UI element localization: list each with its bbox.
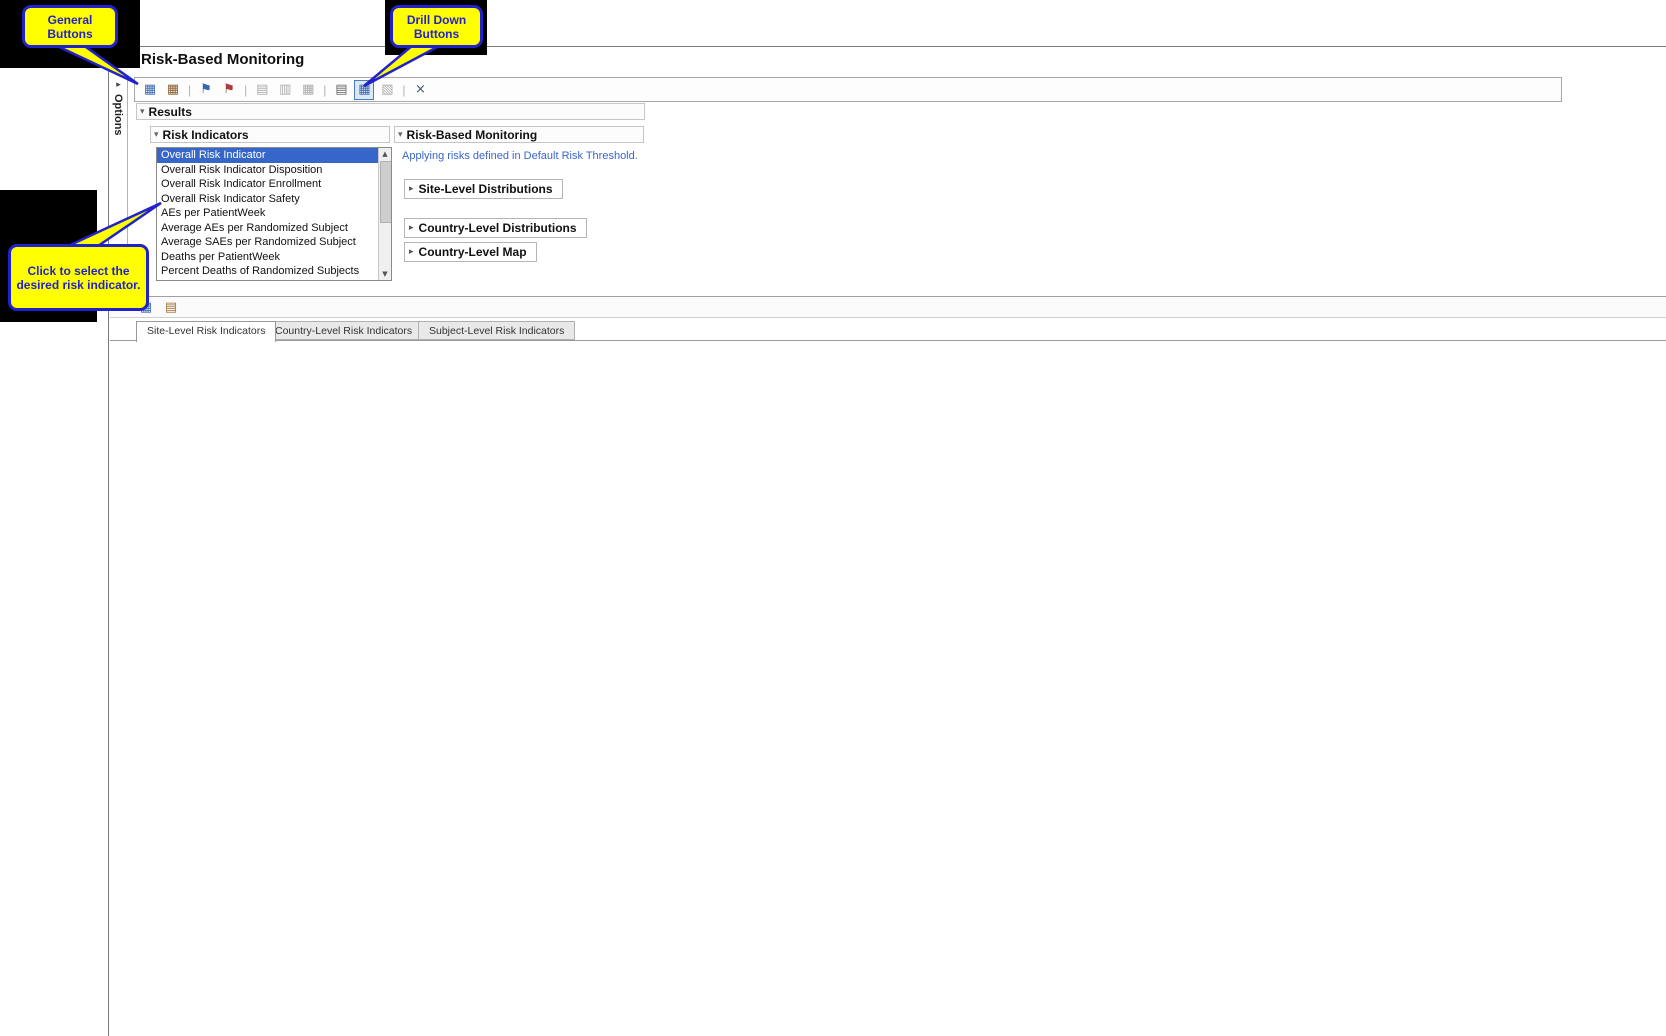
risk-indicator-item[interactable]: Overall Risk Indicator Enrollment bbox=[157, 177, 391, 192]
scroll-down-icon[interactable]: ▼ bbox=[379, 268, 391, 280]
table-pane bbox=[110, 340, 1666, 1035]
toolbar-separator: | bbox=[188, 83, 191, 97]
toolbar-separator: | bbox=[244, 83, 247, 97]
disclosure-closed-icon: ▸ bbox=[409, 223, 414, 233]
scroll-thumb[interactable] bbox=[380, 161, 392, 223]
journal-red-icon[interactable]: ⚑ bbox=[219, 80, 239, 100]
disclosure-wedge-icon: ▾ bbox=[140, 107, 145, 117]
disclosure-closed-icon: ▸ bbox=[409, 247, 414, 257]
toolbar-separator: | bbox=[323, 83, 326, 97]
risk-indicators-title: Risk Indicators bbox=[163, 128, 249, 142]
country-level-map-label: Country-Level Map bbox=[419, 245, 527, 259]
new-journal-icon[interactable]: ▤ bbox=[331, 80, 351, 100]
country-level-map-button[interactable]: ▸ Country-Level Map bbox=[404, 242, 537, 262]
rbm-outline-header[interactable]: ▾ Risk-Based Monitoring bbox=[394, 126, 644, 143]
general-buttons-callout: General Buttons bbox=[22, 5, 118, 48]
rbm-title: Risk-Based Monitoring bbox=[407, 128, 538, 142]
risk-indicator-item[interactable]: Overall Risk Indicator bbox=[157, 148, 391, 163]
rbm-threshold-note: Applying risks defined in Default Risk T… bbox=[402, 150, 638, 162]
save-data-table-icon[interactable]: ▦ bbox=[163, 80, 183, 100]
site-level-distributions-button[interactable]: ▸ Site-Level Distributions bbox=[404, 179, 563, 199]
risk-indicator-item[interactable]: Percent Deaths of Randomized Subjects bbox=[157, 264, 391, 279]
tab-subject-level-risk-indicators[interactable]: Subject-Level Risk Indicators bbox=[418, 321, 575, 340]
risk-indicators-outline-header[interactable]: ▾ Risk Indicators bbox=[150, 126, 390, 143]
toolbar: ▦▦|⚑⚑|▤▥▦|▤▦▧|× bbox=[134, 77, 1562, 102]
risk-indicator-item[interactable]: Deaths per PatientWeek bbox=[157, 250, 391, 265]
country-level-distributions-label: Country-Level Distributions bbox=[419, 221, 577, 235]
close-report-icon[interactable]: × bbox=[411, 80, 431, 100]
tab-site-level-risk-indicators[interactable]: Site-Level Risk Indicators bbox=[136, 321, 276, 342]
risk-indicator-item[interactable]: Average SAEs per Randomized Subject bbox=[157, 235, 391, 250]
drill-down-buttons-callout: Drill Down Buttons bbox=[390, 5, 483, 48]
map-icon: ▧ bbox=[377, 80, 397, 100]
toolbar-separator: | bbox=[402, 83, 405, 97]
results-outline-header[interactable]: ▾ Results bbox=[136, 103, 645, 120]
risk-indicator-item[interactable]: Average AEs per Randomized Subject bbox=[157, 221, 391, 236]
distribution-icon: ▤ bbox=[252, 80, 272, 100]
bar-chart-icon: ▦ bbox=[298, 80, 318, 100]
risk-indicator-item[interactable]: Overall Risk Indicator Disposition bbox=[157, 163, 391, 178]
page-title: Risk-Based Monitoring bbox=[141, 51, 304, 68]
disclosure-wedge-icon: ▾ bbox=[398, 130, 403, 140]
options-expand-icon[interactable]: ▸ bbox=[110, 80, 127, 90]
options-label: Options bbox=[112, 94, 124, 136]
disclosure-wedge-icon: ▾ bbox=[154, 130, 159, 140]
save-table-icon[interactable]: ▤ bbox=[161, 297, 181, 317]
risk-indicator-item[interactable]: Overall Risk Indicator Safety bbox=[157, 192, 391, 207]
site-level-distributions-label: Site-Level Distributions bbox=[419, 182, 553, 196]
disclosure-closed-icon: ▸ bbox=[409, 184, 414, 194]
pane-splitter[interactable]: ▦ ▤ bbox=[110, 296, 1666, 318]
select-risk-indicator-callout: Click to select the desired risk indicat… bbox=[8, 244, 149, 311]
risk-indicator-item[interactable]: AEs per PatientWeek bbox=[157, 206, 391, 221]
country-level-distributions-button[interactable]: ▸ Country-Level Distributions bbox=[404, 218, 587, 238]
graph-builder-icon: ▥ bbox=[275, 80, 295, 100]
list-scrollbar[interactable]: ▲ ▼ bbox=[378, 148, 391, 280]
new-data-table-icon[interactable]: ▦ bbox=[140, 80, 160, 100]
drill-down-data-table-icon[interactable]: ▦ bbox=[354, 80, 374, 100]
tab-country-level-risk-indicators[interactable]: Country-Level Risk Indicators bbox=[264, 321, 423, 340]
journal-blue-icon[interactable]: ⚑ bbox=[196, 80, 216, 100]
risk-indicator-list[interactable]: ▲ ▼ Overall Risk IndicatorOverall Risk I… bbox=[156, 147, 392, 281]
scroll-up-icon[interactable]: ▲ bbox=[379, 148, 391, 160]
results-title: Results bbox=[149, 105, 192, 119]
